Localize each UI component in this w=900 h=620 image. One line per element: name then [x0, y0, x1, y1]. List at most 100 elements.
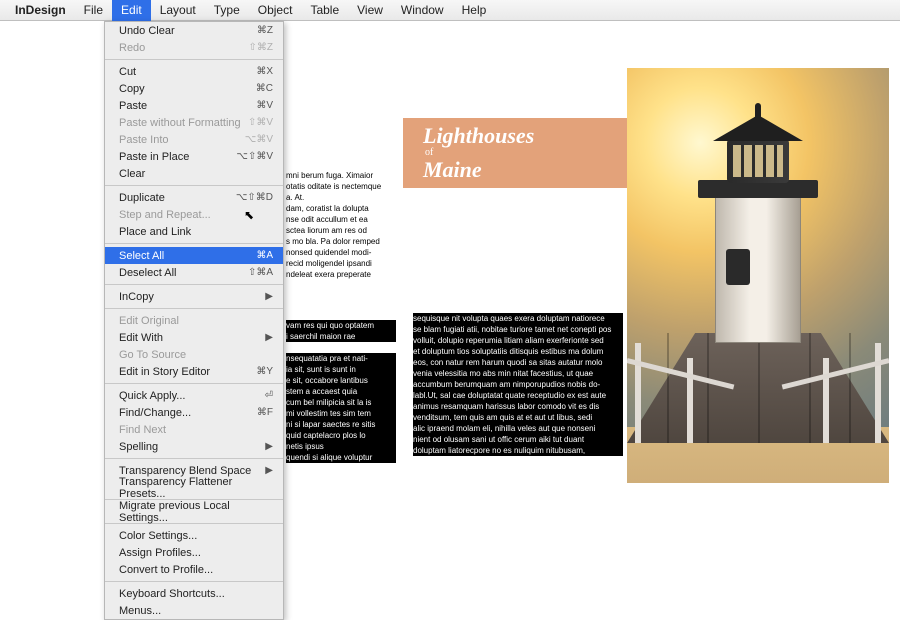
menu-item-label: Place and Link — [119, 226, 191, 238]
menu-item-label: Step and Repeat... — [119, 209, 211, 221]
menu-item-edit-with[interactable]: Edit With▶ — [105, 329, 283, 346]
text-line: a. At. — [286, 192, 396, 203]
menu-shortcut: ⌘F — [257, 407, 273, 418]
banner-line2: Maine — [423, 159, 628, 181]
menu-item-convert-to-profile[interactable]: Convert to Profile... — [105, 561, 283, 578]
menu-item-find-change[interactable]: Find/Change... ⌘F — [105, 404, 283, 421]
text-frame-1[interactable]: mni berum fuga. Ximaiorotatis oditate is… — [286, 170, 396, 280]
menu-item-paste-into: Paste Into⌥⌘V — [105, 131, 283, 148]
menu-edit[interactable]: Edit — [112, 0, 151, 21]
text-line: otatis oditate is nectemque — [286, 181, 396, 192]
text-line: sctea liorum am res od — [286, 225, 396, 236]
menu-separator — [105, 243, 283, 244]
text-frame-3[interactable]: sequisque nit volupta quaes exera dolupt… — [413, 313, 623, 456]
menu-window[interactable]: Window — [392, 0, 453, 21]
lighthouse-roof — [713, 115, 803, 141]
menu-item-edit-original: Edit Original — [105, 312, 283, 329]
menu-shortcut: ⌘C — [256, 83, 273, 94]
lighthouse-tower — [715, 193, 801, 343]
text-frame-2[interactable]: vam res qui quo optatemi saerchil maion … — [286, 320, 396, 463]
menu-file[interactable]: File — [75, 0, 112, 21]
menu-shortcut: ⇧⌘V — [248, 117, 273, 128]
text-line: accumbum berumquam am nimporupudios nobi… — [413, 379, 623, 390]
menu-view[interactable]: View — [348, 0, 392, 21]
menu-item-incopy[interactable]: InCopy▶ — [105, 288, 283, 305]
menu-item-deselect-all[interactable]: Deselect All ⇧⌘A — [105, 264, 283, 281]
menu-item-label: Paste without Formatting — [119, 117, 241, 129]
banner-of: of — [425, 147, 628, 159]
menu-item-quick-apply[interactable]: Quick Apply...⏎ — [105, 387, 283, 404]
menu-separator — [105, 383, 283, 384]
text-line: se blam fugiati atii, nobitae turiore ta… — [413, 324, 623, 335]
menu-item-edit-in-story-editor[interactable]: Edit in Story Editor ⌘Y — [105, 363, 283, 380]
menu-shortcut: ⌘Z — [257, 25, 273, 36]
menu-separator — [105, 581, 283, 582]
menu-item-paste[interactable]: Paste⌘V — [105, 97, 283, 114]
menu-item-label: Paste — [119, 100, 147, 112]
menu-item-label: Paste Into — [119, 134, 169, 146]
menu-shortcut: ⌥⇧⌘V — [236, 151, 273, 162]
menu-item-cut[interactable]: Cut⌘X — [105, 63, 283, 80]
text-line: mi vollestim tes sim tem — [286, 408, 396, 419]
menu-item-assign-profiles[interactable]: Assign Profiles... — [105, 544, 283, 561]
rail-post — [687, 358, 693, 443]
menu-object[interactable]: Object — [249, 0, 302, 21]
menu-item-keyboard-shortcuts[interactable]: Keyboard Shortcuts... — [105, 585, 283, 602]
menu-item-label: Cut — [119, 66, 136, 78]
menu-item-menus[interactable]: Menus... — [105, 602, 283, 619]
menu-separator — [105, 458, 283, 459]
menu-item-label: Keyboard Shortcuts... — [119, 588, 225, 600]
plank — [667, 333, 669, 443]
text-line: ndeleat exera preperate — [286, 269, 396, 280]
menu-item-clear[interactable]: Clear — [105, 165, 283, 182]
menu-item-label: Deselect All — [119, 267, 176, 279]
text-line: vam res qui quo optatem — [286, 320, 396, 331]
menu-item-color-settings[interactable]: Color Settings... — [105, 527, 283, 544]
menu-separator — [105, 284, 283, 285]
menu-item-label: Spelling — [119, 441, 158, 453]
plank — [809, 333, 811, 443]
rail — [627, 358, 734, 389]
text-line: nsequatatia pra et nati- — [286, 353, 396, 364]
menu-shortcut: ⇧⌘A — [248, 267, 273, 278]
menu-layout[interactable]: Layout — [151, 0, 205, 21]
menu-item-label: Edit Original — [119, 315, 179, 327]
menu-item-label: Color Settings... — [119, 530, 197, 542]
menu-item-place-and-link[interactable]: Place and Link — [105, 223, 283, 240]
submenu-arrow-icon: ▶ — [265, 465, 273, 476]
text-line: nient od olusam sani ut offic cerum aiki… — [413, 434, 623, 445]
menu-item-duplicate[interactable]: Duplicate⌥⇧⌘D — [105, 189, 283, 206]
menu-help[interactable]: Help — [453, 0, 496, 21]
menu-item-undo-clear[interactable]: Undo Clear⌘Z — [105, 22, 283, 39]
text-line: stem a accaest quia — [286, 386, 396, 397]
menu-item-go-to-source: Go To Source — [105, 346, 283, 363]
rail-post — [635, 343, 641, 443]
menu-item-label: Menus... — [119, 605, 161, 617]
text-line: alic ipraend molam eli, nihilla veles au… — [413, 423, 623, 434]
text-line: recid moligendel ipsandi — [286, 258, 396, 269]
menu-item-paste-without-formatting: Paste without Formatting ⇧⌘V — [105, 114, 283, 131]
menu-item-copy[interactable]: Copy⌘C — [105, 80, 283, 97]
menu-item-label: Assign Profiles... — [119, 547, 201, 559]
menu-type[interactable]: Type — [205, 0, 249, 21]
menu-item-label: Select All — [119, 250, 164, 262]
text-line: eos, con natur rem harum quodi sa sitas … — [413, 357, 623, 368]
menu-shortcut: ⌘Y — [256, 366, 273, 377]
menu-item-label: Edit in Story Editor — [119, 366, 210, 378]
title-banner[interactable]: Lighthouses of Maine — [403, 118, 628, 188]
text-line: quendi si alique voluptur — [286, 452, 396, 463]
menu-item-label: Go To Source — [119, 349, 186, 361]
menu-item-paste-in-place[interactable]: Paste in Place⌥⇧⌘V — [105, 148, 283, 165]
menu-item-spelling[interactable]: Spelling▶ — [105, 438, 283, 455]
submenu-arrow-icon: ▶ — [265, 332, 273, 343]
plank — [849, 333, 851, 443]
menu-item-transparency-flattener-presets[interactable]: Transparency Flattener Presets... — [105, 479, 283, 496]
edit-menu-dropdown[interactable]: Undo Clear⌘ZRedo⇧⌘ZCut⌘XCopy⌘CPaste⌘VPas… — [104, 21, 284, 620]
menu-item-select-all[interactable]: Select All⌘A — [105, 247, 283, 264]
menu-table[interactable]: Table — [301, 0, 348, 21]
rail-post — [823, 358, 829, 443]
text-line: et doluptum tios soluptatiis ditisquis e… — [413, 346, 623, 357]
menu-item-label: Find/Change... — [119, 407, 191, 419]
lighthouse-image[interactable] — [627, 68, 889, 483]
rail — [782, 358, 889, 389]
